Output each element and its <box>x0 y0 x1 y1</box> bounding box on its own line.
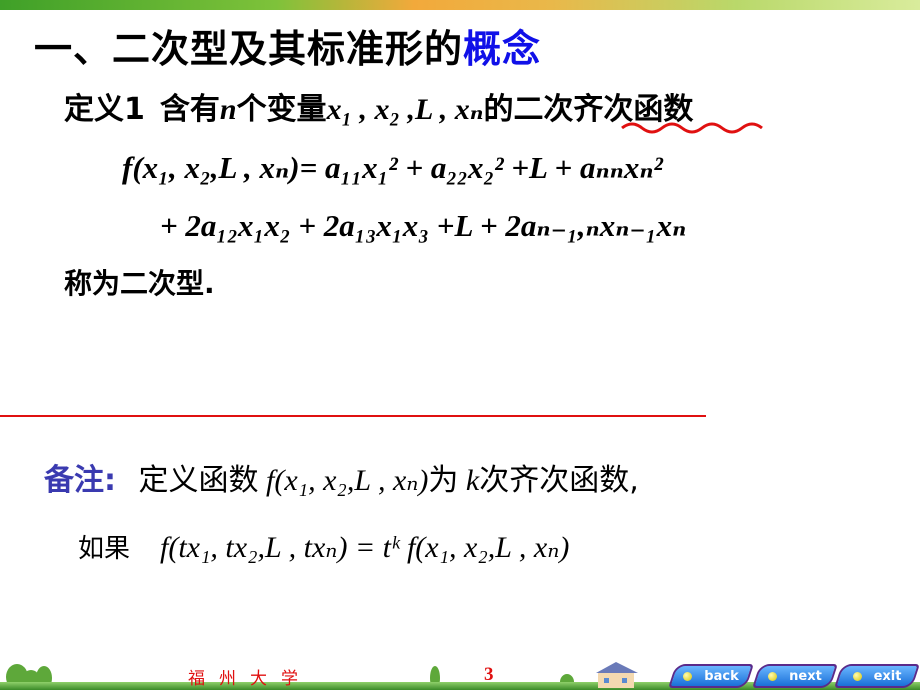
back-label: back <box>704 668 739 684</box>
called-quadratic-form: 称为二次型. <box>64 267 215 300</box>
formula-line-1: f(x₁, x₂,L , xₙ)= a₁₁x₁² + a₂₂x₂² +L + a… <box>122 150 663 185</box>
button-dot-icon <box>683 671 693 681</box>
university-name: 福州大学 <box>188 669 312 689</box>
remark-line: 备注: 定义函数 f(x₁, x₂,L , xₙ)为 k次齐次函数, <box>44 455 639 499</box>
exit-button[interactable]: exit <box>834 664 920 688</box>
decorative-top-border <box>0 0 920 10</box>
page-number: 3 <box>484 664 494 685</box>
title-accent: 概念 <box>463 27 542 71</box>
exit-label: exit <box>873 668 902 684</box>
remark-text3: 次齐次函数, <box>479 463 639 498</box>
condition-formula: f(tx₁, tx₂,L , txₙ) = tᵏ f(x₁, x₂,L , xₙ… <box>160 531 570 564</box>
button-dot-icon <box>768 671 778 681</box>
remark-text1: 定义函数 <box>138 463 259 498</box>
definition-of: 的 <box>483 92 514 127</box>
house-icon <box>596 662 638 688</box>
formula-line-2: + 2a₁₂x₁x₂ + 2a₁₃x₁x₃ +L + 2aₙ₋₁,ₙxₙ₋₁xₙ <box>160 208 687 243</box>
condition-line: 如果 f(tx₁, tx₂,L , txₙ) = tᵏ f(x₁, x₂,L ,… <box>78 528 569 565</box>
definition-line: 定义1 含有n个变量x₁ , x₂ ,L , xₙ的二次齐次函数 <box>64 84 693 128</box>
wavy-underline <box>621 122 763 134</box>
title-main: 一、二次型及其标准形的 <box>34 27 464 71</box>
condition-if: 如果 <box>78 534 131 564</box>
definition-mid: 个变量 <box>236 92 327 127</box>
definition-n: n <box>219 93 237 126</box>
back-button[interactable]: back <box>668 664 754 688</box>
next-label: next <box>789 668 822 684</box>
next-button[interactable]: next <box>752 664 838 688</box>
definition-intro: 含有 <box>159 92 220 127</box>
remark-func: f(x₁, x₂,L , xₙ) <box>266 464 429 497</box>
definition-label: 定义1 <box>64 92 145 127</box>
definition-vars: x₁ , x₂ ,L , xₙ <box>326 93 484 126</box>
button-dot-icon <box>852 671 862 681</box>
remark-k: k <box>465 464 480 497</box>
remark-label: 备注: <box>44 463 116 498</box>
page-title: 一、二次型及其标准形的概念 <box>34 18 541 73</box>
divider-line <box>0 415 706 417</box>
remark-text2: 为 <box>428 463 459 498</box>
